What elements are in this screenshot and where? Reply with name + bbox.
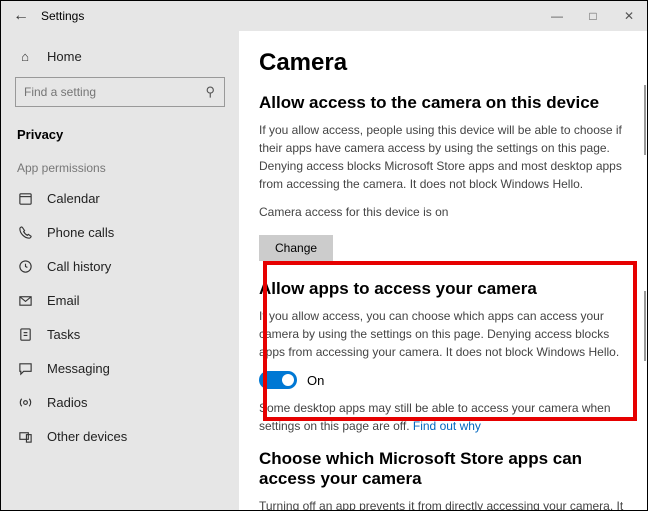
- section3-heading: Choose which Microsoft Store apps can ac…: [259, 449, 627, 489]
- phone-icon: [17, 225, 33, 240]
- section2-heading: Allow apps to access your camera: [259, 279, 627, 299]
- section1-text: If you allow access, people using this d…: [259, 121, 627, 193]
- change-button[interactable]: Change: [259, 235, 333, 261]
- section1-heading: Allow access to the camera on this devic…: [259, 93, 627, 113]
- sidebar-item-label: Messaging: [47, 361, 110, 376]
- tasks-icon: [17, 327, 33, 342]
- sidebar-item-radios[interactable]: Radios: [1, 385, 239, 419]
- sidebar-item-tasks[interactable]: Tasks: [1, 317, 239, 351]
- sidebar-section-label: App permissions: [1, 151, 239, 181]
- close-button[interactable]: ✕: [611, 1, 647, 31]
- history-icon: [17, 259, 33, 274]
- section2-note: Some desktop apps may still be able to a…: [259, 399, 627, 435]
- sidebar-home[interactable]: ⌂ Home: [1, 39, 239, 73]
- apps-camera-toggle[interactable]: [259, 371, 297, 389]
- sidebar-item-phone-calls[interactable]: Phone calls: [1, 215, 239, 249]
- sidebar-item-label: Tasks: [47, 327, 80, 342]
- sidebar-item-other-devices[interactable]: Other devices: [1, 419, 239, 453]
- search-icon: ⚲: [205, 84, 215, 100]
- minimize-button[interactable]: ―: [539, 1, 575, 31]
- sidebar-item-email[interactable]: Email: [1, 283, 239, 317]
- scrollbar[interactable]: [644, 85, 646, 155]
- sidebar-item-label: Calendar: [47, 191, 100, 206]
- sidebar-item-label: Radios: [47, 395, 87, 410]
- calendar-icon: [17, 191, 33, 206]
- section1-status: Camera access for this device is on: [259, 203, 627, 221]
- messaging-icon: [17, 361, 33, 376]
- search-input[interactable]: [15, 77, 225, 107]
- sidebar-privacy-label: Privacy: [17, 127, 63, 142]
- sidebar-item-call-history[interactable]: Call history: [1, 249, 239, 283]
- sidebar-item-label: Other devices: [47, 429, 127, 444]
- maximize-button[interactable]: □: [575, 1, 611, 31]
- sidebar-privacy[interactable]: Privacy: [1, 117, 239, 151]
- devices-icon: [17, 429, 33, 444]
- sidebar-item-calendar[interactable]: Calendar: [1, 181, 239, 215]
- email-icon: [17, 293, 33, 308]
- back-button[interactable]: ←: [1, 7, 41, 25]
- section2-text: If you allow access, you can choose whic…: [259, 307, 627, 361]
- apps-camera-toggle-state: On: [307, 373, 324, 388]
- sidebar: ⌂ Home ⚲ Privacy App permissions Calenda…: [1, 31, 239, 510]
- sidebar-item-messaging[interactable]: Messaging: [1, 351, 239, 385]
- section3-text: Turning off an app prevents it from dire…: [259, 497, 627, 510]
- window-title: Settings: [41, 9, 84, 23]
- radios-icon: [17, 395, 33, 410]
- home-icon: ⌂: [17, 49, 33, 64]
- sidebar-item-label: Call history: [47, 259, 111, 274]
- page-title: Camera: [259, 49, 627, 77]
- sidebar-item-label: Phone calls: [47, 225, 114, 240]
- content-area: Camera Allow access to the camera on thi…: [239, 31, 647, 510]
- sidebar-home-label: Home: [47, 49, 82, 64]
- sidebar-item-label: Email: [47, 293, 80, 308]
- scrollbar[interactable]: [644, 291, 646, 361]
- find-out-why-link[interactable]: Find out why: [413, 419, 481, 433]
